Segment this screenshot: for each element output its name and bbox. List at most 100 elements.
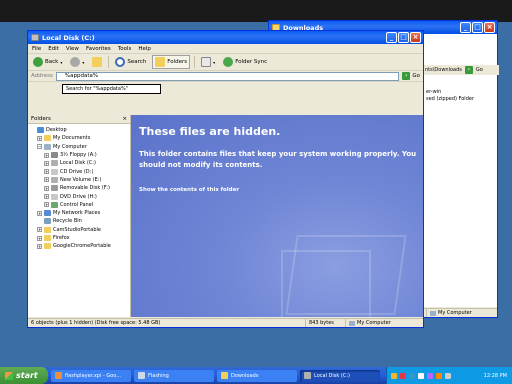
tree-item[interactable]: + New Volume (E:) [28,176,130,184]
minimize-button[interactable]: _ [386,32,397,43]
folders-pane-header: Folders × [28,115,130,124]
taskbar-button[interactable]: flashplayer.xpi - Goo... [51,369,131,382]
tree-item-label: My Computer [53,143,87,150]
toolbar: Back ▾ ▾ Search Folders ▾ Folder Sync [28,54,423,71]
minimize-button[interactable]: _ [460,22,471,33]
hidden-files-title: These files are hidden. [139,125,281,138]
back-button[interactable]: Back ▾ [31,56,64,68]
go-button[interactable]: › Go [402,72,423,80]
tree-item[interactable]: Recycle Bin [28,217,130,225]
expand-toggle-icon[interactable]: + [37,235,42,241]
tree-item[interactable]: + CamStudioPortable [28,226,130,234]
downloads-go-label[interactable]: Go [476,67,483,73]
downloads-file-line: sed (zipped) Folder [426,96,474,102]
chevron-down-icon[interactable]: ▾ [82,60,84,65]
start-button[interactable]: start [0,367,48,384]
tree-item[interactable]: − My Computer [28,143,130,151]
tree-item[interactable]: + DVD Drive (H:) [28,192,130,200]
tree-item[interactable]: + My Documents [28,134,130,142]
menu-edit[interactable]: Edit [48,46,59,52]
downloads-address-bar[interactable]: nts\Downloads › Go [423,65,499,75]
tree-item[interactable]: + Local Disk (C:) [28,159,130,167]
tree-item[interactable]: Desktop [28,126,130,134]
tree-item[interactable]: + GoogleChromePortable [28,242,130,250]
expand-toggle-icon[interactable]: + [44,169,49,175]
search-label: Search [127,59,147,65]
firefox-icon[interactable] [436,372,442,379]
local-disk-window[interactable]: Local Disk (C:) _ □ × File Edit View Fav… [27,30,424,328]
chevron-down-icon[interactable]: ▾ [60,60,62,65]
tray-app-icon[interactable] [427,372,433,379]
address-autocomplete-item[interactable]: Search for "%appdata%" [62,84,161,94]
tree-item[interactable]: +3½ Floppy (A:) [28,151,130,159]
expand-toggle-icon[interactable]: + [44,194,49,200]
status-bar: 6 objects (plus 1 hidden) (Disk free spa… [28,318,423,327]
system-tray: 12:28 PM [386,367,512,384]
maximize-button[interactable]: □ [398,32,409,43]
expand-toggle-icon[interactable]: + [37,210,42,216]
tree-item[interactable]: + CD Drive (D:) [28,167,130,175]
expand-toggle-icon[interactable]: + [44,152,49,158]
close-icon[interactable]: × [122,116,127,122]
downloads-file-line: er-win [426,89,442,95]
tree-item-label: Recycle Bin [53,218,82,225]
up-button[interactable] [90,56,104,68]
expand-toggle-icon[interactable]: + [37,243,42,249]
folder-sync-label: Folder Sync [235,59,268,65]
security-icon[interactable] [400,372,406,379]
folder-sync-button[interactable]: Folder Sync [221,56,269,68]
volume-icon[interactable] [418,372,424,379]
taskbar-button-label: flashplayer.xpi - Goo... [65,372,122,379]
menu-favorites[interactable]: Favorites [86,46,111,52]
tray-app-icon[interactable] [445,372,451,379]
content-area: Folders × Desktop + My Documents − My Comput… [28,115,423,317]
chevron-down-icon[interactable]: ▾ [213,60,215,65]
tree-item-label: CamStudioPortable [53,226,101,233]
tree-item[interactable]: + Control Panel [28,201,130,209]
expand-toggle-icon[interactable]: + [44,177,49,183]
tree-item[interactable]: + Firefox [28,234,130,242]
expand-toggle-icon[interactable]: + [37,227,42,233]
menu-tools[interactable]: Tools [118,46,132,52]
tree-item-label: CD Drive (D:) [60,168,94,175]
downloads-status-text: My Computer [438,310,472,316]
up-folder-icon [92,57,103,67]
search-button[interactable]: Search [113,56,148,68]
folder-icon [44,210,51,217]
menu-help[interactable]: Help [138,46,151,52]
back-label: Back [45,59,59,65]
taskbar-button[interactable]: Local Disk (C:) [300,369,380,382]
computer-icon [349,320,355,326]
show-contents-link[interactable]: Show the contents of this folder [139,187,239,193]
taskbar-button[interactable]: Flashing [134,369,214,382]
taskbar-button[interactable]: Downloads [217,369,297,382]
menu-file[interactable]: File [32,46,41,52]
downloads-address-value[interactable]: nts\Downloads [425,67,462,73]
tree-item[interactable]: + My Network Places [28,209,130,217]
help-icon[interactable] [391,372,397,379]
downloads-file-info[interactable]: er-win sed (zipped) Folder [426,89,474,103]
expand-toggle-icon[interactable]: + [44,202,49,208]
network-icon[interactable] [409,372,415,379]
taskbar-button-label: Local Disk (C:) [314,372,350,379]
folders-button[interactable]: Folders [152,55,191,69]
address-input[interactable] [55,71,400,81]
views-button[interactable]: ▾ [199,56,217,68]
menu-view[interactable]: View [66,46,79,52]
hidden-files-description: This folder contains files that keep you… [139,150,417,169]
expand-toggle-icon[interactable]: + [44,160,49,166]
close-button[interactable]: × [410,32,421,43]
forward-button[interactable]: ▾ [68,56,86,68]
expand-toggle-icon[interactable]: − [37,144,42,150]
tree-item-label: Control Panel [60,201,94,208]
folders-pane: Folders × Desktop + My Documents − My Comput… [28,115,131,317]
expand-toggle-icon[interactable]: + [44,185,49,191]
main-titlebar[interactable]: Local Disk (C:) _ □ × [28,31,423,44]
close-button[interactable]: × [484,22,495,33]
expand-toggle-icon[interactable]: + [37,135,42,141]
folder-icon [51,193,58,200]
go-arrow-icon[interactable]: › [464,66,473,74]
maximize-button[interactable]: □ [472,22,483,33]
tree-item[interactable]: + Removable Disk (F:) [28,184,130,192]
tree-item-label: My Documents [53,135,91,142]
